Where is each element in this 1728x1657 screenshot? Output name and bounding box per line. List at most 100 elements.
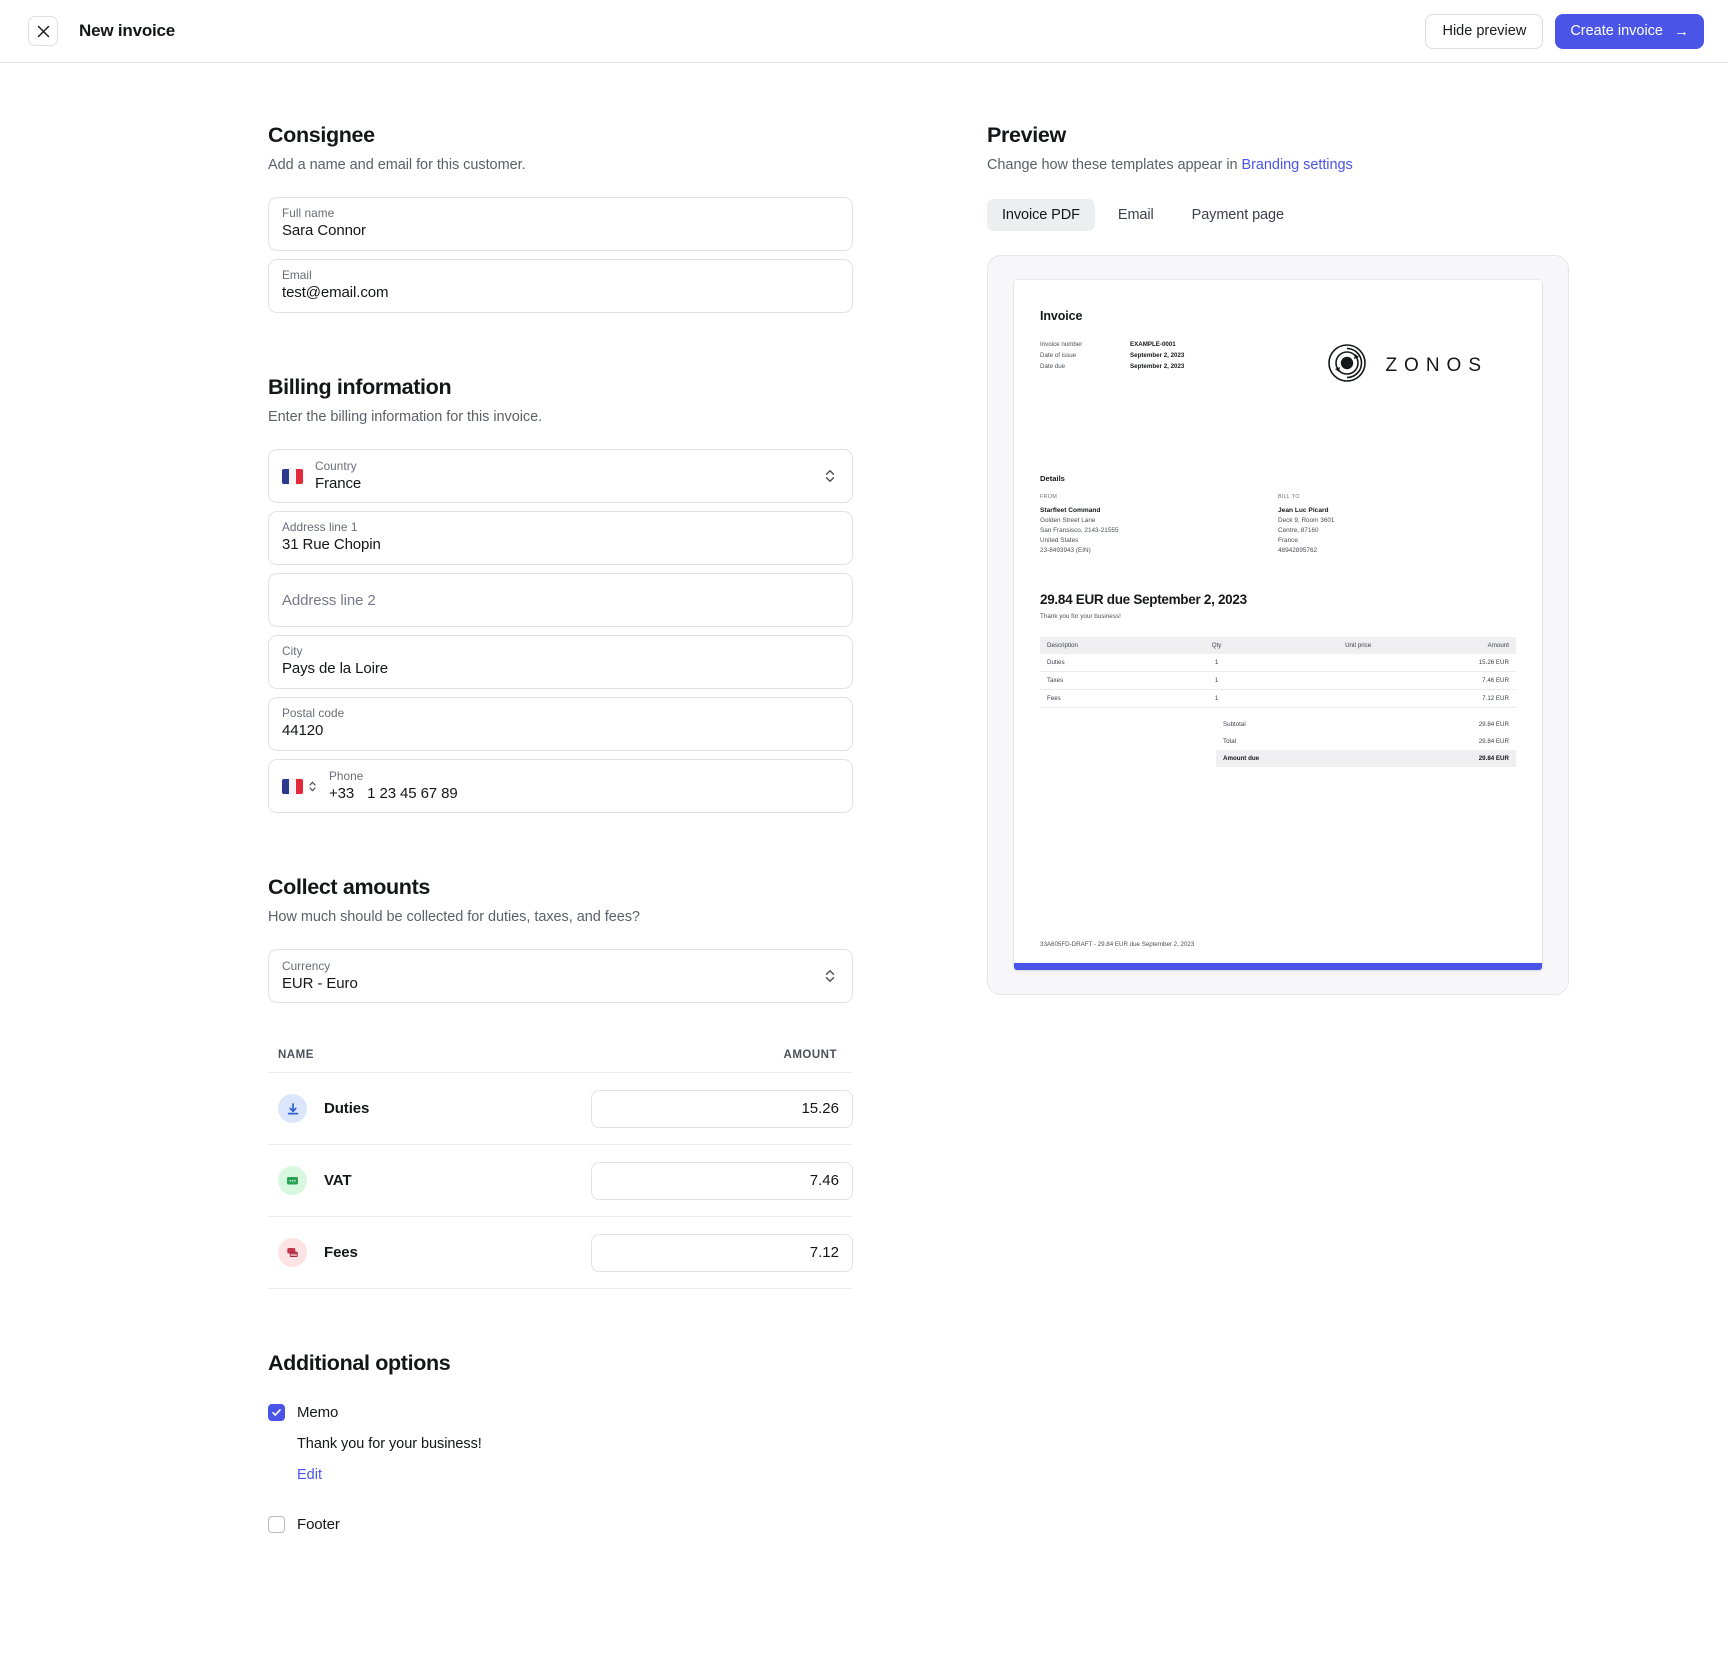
phone-field[interactable]: Phone +33 1 23 45 67 89 bbox=[268, 759, 853, 813]
memo-option-row: Memo bbox=[268, 1404, 853, 1421]
td-qty: 1 bbox=[1179, 654, 1254, 672]
city-field[interactable]: City Pays de la Loire bbox=[268, 635, 853, 689]
invoice-meta-row: Invoice number EXAMPLE-0001 bbox=[1040, 339, 1280, 350]
city-value: Pays de la Loire bbox=[282, 660, 388, 677]
column-header-name: NAME bbox=[278, 1049, 314, 1061]
footer-label: Footer bbox=[297, 1516, 340, 1533]
td-qty: 1 bbox=[1179, 689, 1254, 708]
postal-code-field[interactable]: Postal code 44120 bbox=[268, 697, 853, 751]
invoice-accent-bar bbox=[1014, 963, 1542, 970]
create-invoice-button[interactable]: Create invoice → bbox=[1555, 13, 1704, 49]
invoice-total-row: Total 29.84 EUR bbox=[1216, 733, 1516, 750]
full-name-label: Full name bbox=[282, 206, 335, 220]
memo-edit-link[interactable]: Edit bbox=[297, 1467, 322, 1483]
td-description: Fees bbox=[1040, 689, 1180, 708]
country-value: France bbox=[315, 474, 362, 492]
phone-number-value: 1 23 45 67 89 bbox=[367, 784, 458, 802]
vat-amount-input[interactable]: 7.46 bbox=[591, 1161, 853, 1200]
hide-preview-button[interactable]: Hide preview bbox=[1425, 13, 1544, 49]
bill-to-line: Deck 9, Room 3601 bbox=[1278, 517, 1335, 524]
brand-logo: ZONOS bbox=[1327, 343, 1516, 388]
page-title: New invoice bbox=[79, 21, 176, 40]
currency-field-wrap: Currency EUR - Euro bbox=[268, 949, 853, 1003]
country-label: Country bbox=[315, 458, 357, 473]
invoice-details-block: Details FROM Starfleet Command Golden St… bbox=[1040, 474, 1516, 556]
currency-label: Currency bbox=[282, 958, 331, 973]
email-value: test@email.com bbox=[282, 284, 389, 301]
city-label: City bbox=[282, 644, 303, 658]
address-line-2-placeholder: Address line 2 bbox=[282, 591, 376, 609]
preview-heading: Preview bbox=[987, 123, 1066, 147]
th-amount: Amount bbox=[1378, 637, 1516, 654]
tab-email[interactable]: Email bbox=[1103, 199, 1169, 231]
td-unit-price bbox=[1253, 654, 1379, 672]
currency-select[interactable]: Currency EUR - Euro bbox=[268, 949, 853, 1003]
chevron-updown-icon bbox=[824, 468, 836, 484]
td-amount: 7.46 EUR bbox=[1378, 671, 1516, 690]
address-line-1-field[interactable]: Address line 1 31 Rue Chopin bbox=[268, 511, 853, 565]
brand-name: ZONOS bbox=[1385, 354, 1488, 376]
email-field[interactable]: Email test@email.com bbox=[268, 259, 853, 313]
invoice-meta-list: Invoice number EXAMPLE-0001 Date of issu… bbox=[1040, 339, 1280, 372]
top-bar: New invoice Hide preview Create invoice … bbox=[0, 0, 1728, 63]
preview-tabs: Invoice PDF Email Payment page bbox=[987, 199, 1572, 231]
chevron-updown-icon bbox=[824, 968, 836, 984]
flag-france-icon bbox=[282, 778, 303, 794]
duties-amount-input[interactable]: 15.26 bbox=[591, 1089, 853, 1128]
footer-checkbox[interactable] bbox=[268, 1516, 285, 1533]
date-due-value: September 2, 2023 bbox=[1130, 363, 1185, 370]
bill-to-line: France bbox=[1278, 537, 1298, 544]
additional-options-heading: Additional options bbox=[268, 1351, 451, 1375]
tab-invoice-pdf[interactable]: Invoice PDF bbox=[987, 199, 1095, 231]
td-description: Duties bbox=[1040, 654, 1180, 672]
phone-label: Phone bbox=[329, 768, 364, 783]
branding-settings-link[interactable]: Branding settings bbox=[1242, 157, 1353, 173]
amounts-table: NAME AMOUNT Duties 15.26 VAT 7.46 Fees 7… bbox=[268, 1049, 853, 1289]
preview-subtitle-text: Change how these templates appear in bbox=[987, 157, 1242, 173]
table-row: Duties 15.26 bbox=[268, 1073, 853, 1145]
memo-checkbox[interactable] bbox=[268, 1404, 285, 1421]
memo-text: Thank you for your business! bbox=[297, 1436, 482, 1452]
memo-body: Thank you for your business! Edit bbox=[297, 1436, 853, 1484]
from-line: United States bbox=[1040, 537, 1079, 544]
bill-to-line: 48942895762 bbox=[1278, 547, 1318, 554]
from-line: San Fransisco, 2143-21555 bbox=[1040, 527, 1119, 534]
invoice-line-items-table: Description Qty Unit price Amount Duties… bbox=[1040, 637, 1516, 708]
preview-panel: Invoice Invoice number EXAMPLE-0001 Date… bbox=[987, 255, 1569, 995]
tab-payment-page[interactable]: Payment page bbox=[1177, 199, 1299, 231]
billing-section: Billing information Enter the billing in… bbox=[268, 375, 853, 813]
collect-amounts-heading: Collect amounts bbox=[268, 875, 430, 899]
zonos-logo-icon bbox=[1327, 343, 1367, 388]
country-select[interactable]: Country France bbox=[268, 449, 853, 503]
invoice-table-row: Fees 1 7.12 EUR bbox=[1040, 689, 1516, 708]
phone-country-select[interactable] bbox=[282, 778, 317, 794]
subtotal-value: 29.84 EUR bbox=[1478, 721, 1509, 728]
chevron-updown-icon bbox=[308, 780, 317, 793]
table-row: Fees 7.12 bbox=[268, 1217, 853, 1289]
address-line-2-field[interactable]: Address line 2 bbox=[268, 573, 853, 627]
consignee-section: Consignee Add a name and email for this … bbox=[268, 123, 853, 313]
invoice-parties: FROM Starfleet Command Golden Street Lan… bbox=[1040, 494, 1516, 556]
close-button[interactable] bbox=[28, 16, 58, 46]
invoice-table-row: Duties 1 15.26 EUR bbox=[1040, 654, 1516, 672]
bill-to-name: Jean Luc Picard bbox=[1278, 507, 1329, 514]
billing-heading: Billing information bbox=[268, 375, 452, 399]
check-icon bbox=[272, 1409, 281, 1416]
subtotal-label: Subtotal bbox=[1223, 721, 1246, 728]
invoice-table-row: Taxes 1 7.46 EUR bbox=[1040, 671, 1516, 690]
fees-amount-input[interactable]: 7.12 bbox=[591, 1233, 853, 1272]
invoice-bill-to-block: BILL TO Jean Luc Picard Deck 9, Room 360… bbox=[1278, 494, 1516, 556]
collect-amounts-section: Collect amounts How much should be colle… bbox=[268, 875, 853, 1289]
billing-fields: Country France Address line 1 31 Rue Cho… bbox=[268, 449, 853, 813]
date-due-label: Date due bbox=[1040, 363, 1066, 370]
full-name-field[interactable]: Full name Sara Connor bbox=[268, 197, 853, 251]
td-qty: 1 bbox=[1179, 671, 1254, 690]
invoice-memo-text: Thank you for your business! bbox=[1040, 613, 1121, 620]
invoice-from-block: FROM Starfleet Command Golden Street Lan… bbox=[1040, 494, 1278, 556]
create-invoice-label: Create invoice bbox=[1570, 23, 1663, 39]
flag-france-icon bbox=[282, 468, 303, 484]
from-line: Golden Street Lane bbox=[1040, 517, 1096, 524]
close-icon bbox=[37, 25, 50, 38]
preview-column: Preview Change how these templates appea… bbox=[987, 123, 1572, 995]
